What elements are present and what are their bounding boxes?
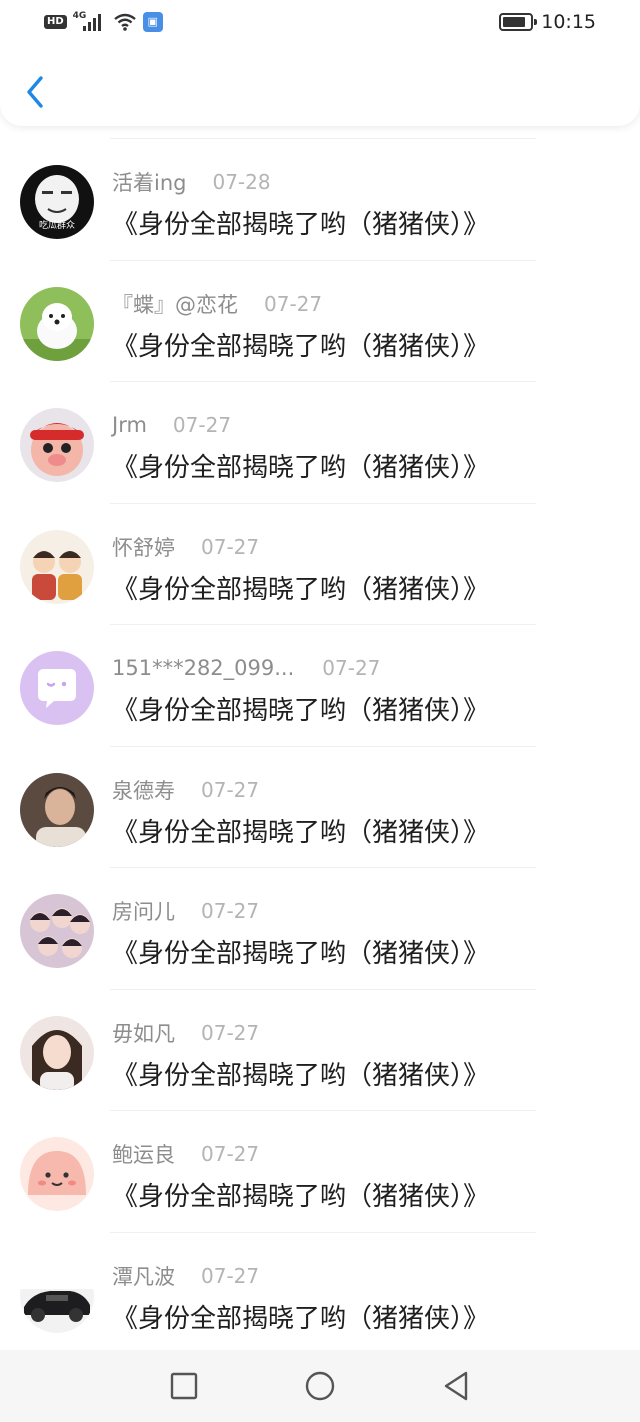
message-text[interactable]: 《身份全部揭晓了哟（猪猪侠）》: [112, 1298, 489, 1335]
message-text[interactable]: 《身份全部揭晓了哟（猪猪侠）》: [112, 1055, 489, 1092]
date: 07-27: [172, 413, 232, 437]
date: 07-27: [201, 777, 260, 802]
date: 07-27: [322, 656, 381, 680]
system-nav-bar: [0, 1350, 640, 1422]
username[interactable]: 鲍运良: [112, 1139, 175, 1169]
row-divider: [110, 381, 536, 382]
row-divider: [110, 502, 536, 504]
home-circle-icon: [305, 1371, 335, 1401]
list-item[interactable]: 潭凡波 07-27 《身份全部揭晓了哟（猪猪侠）》: [0, 1231, 640, 1354]
list-item[interactable]: 『蝶』@恋花 07-27 《身份全部揭晓了哟（猪猪侠）》: [0, 259, 640, 382]
list-item[interactable]: 怀舒婷 07-27 《身份全部揭晓了哟（猪猪侠）》: [0, 502, 640, 625]
date: 07-27: [264, 291, 323, 316]
avatar[interactable]: [20, 894, 94, 968]
avatar[interactable]: [20, 1015, 94, 1090]
username[interactable]: 活着ing: [112, 167, 186, 197]
signal-4g-icon: 4G: [73, 11, 107, 33]
message-text[interactable]: 《身份全部揭晓了哟（猪猪侠）》: [112, 812, 489, 849]
message-text[interactable]: 《身份全部揭晓了哟（猪猪侠）》: [112, 690, 489, 727]
back-triangle-icon: [444, 1371, 468, 1401]
date: 07-27: [201, 1142, 260, 1166]
message-text[interactable]: 《身份全部揭晓了哟（猪猪侠）》: [112, 933, 489, 970]
message-text[interactable]: 《身份全部揭晓了哟（猪猪侠）》: [112, 326, 489, 363]
status-left: HD 4G ▣: [44, 10, 163, 34]
item-meta: 151***282_099... 07-27: [112, 654, 380, 682]
list-item[interactable]: 鲍运良 07-27 《身份全部揭晓了哟（猪猪侠）》: [0, 1110, 640, 1232]
date: 07-27: [201, 1020, 260, 1045]
list-item[interactable]: 毋如凡 07-27 《身份全部揭晓了哟（猪猪侠）》: [0, 988, 640, 1111]
home-button[interactable]: [300, 1366, 340, 1406]
item-meta: 活着ing 07-28: [112, 168, 271, 196]
item-meta: 毋如凡 07-27: [112, 1019, 259, 1047]
message-text[interactable]: 《身份全部揭晓了哟（猪猪侠）》: [112, 447, 489, 484]
username[interactable]: 怀舒婷: [112, 532, 175, 562]
status-right: 10:15: [499, 10, 596, 34]
list-item[interactable]: 151***282_099... 07-27 《身份全部揭晓了哟（猪猪侠）》: [0, 624, 640, 746]
username[interactable]: 毋如凡: [112, 1018, 175, 1048]
item-meta: 鲍运良 07-27: [112, 1140, 259, 1168]
row-divider: [110, 988, 536, 990]
comment-list-screen: HD 4G ▣ 10:15 吃瓜群众 活着ing 07-28 《身份全部揭晓了哟…: [0, 0, 640, 1422]
username[interactable]: 房问儿: [112, 896, 175, 926]
date: 07-27: [201, 1263, 260, 1288]
row-divider: [110, 624, 536, 625]
row-divider: [110, 1231, 536, 1233]
avatar[interactable]: [20, 772, 94, 847]
row-divider: [110, 745, 536, 747]
avatar[interactable]: [20, 529, 94, 604]
list-item[interactable]: 房问儿 07-27 《身份全部揭晓了哟（猪猪侠）》: [0, 867, 640, 989]
status-bar: HD 4G ▣ 10:15: [0, 0, 640, 44]
avatar[interactable]: [20, 408, 94, 482]
row-divider: [110, 867, 536, 868]
username[interactable]: 151***282_099...: [112, 656, 294, 680]
username[interactable]: 泉德寿: [112, 775, 175, 805]
row-divider: [110, 138, 536, 139]
username[interactable]: Jrm: [112, 413, 147, 437]
status-time: 10:15: [541, 11, 596, 33]
item-meta: 房问儿 07-27: [112, 897, 259, 925]
avatar[interactable]: [20, 651, 94, 725]
item-meta: 『蝶』@恋花 07-27: [112, 290, 322, 318]
svg-text:吃瓜群众: 吃瓜群众: [39, 219, 75, 231]
list-item[interactable]: 吃瓜群众 活着ing 07-28 《身份全部揭晓了哟（猪猪侠）》: [0, 138, 640, 260]
wifi-icon: [113, 13, 136, 31]
avatar[interactable]: [20, 286, 94, 361]
avatar[interactable]: [20, 1258, 94, 1333]
recent-apps-button[interactable]: [164, 1366, 204, 1406]
date: 07-27: [201, 899, 260, 923]
username[interactable]: 『蝶』@恋花: [112, 289, 238, 319]
message-text[interactable]: 《身份全部揭晓了哟（猪猪侠）》: [112, 1176, 489, 1213]
item-meta: 怀舒婷 07-27: [112, 533, 259, 561]
comment-list: 吃瓜群众 活着ing 07-28 《身份全部揭晓了哟（猪猪侠）》 『蝶』@恋花 …: [0, 138, 640, 1353]
item-meta: 潭凡波 07-27: [112, 1262, 259, 1290]
username[interactable]: 潭凡波: [112, 1261, 175, 1291]
list-item[interactable]: 泉德寿 07-27 《身份全部揭晓了哟（猪猪侠）》: [0, 745, 640, 868]
avatar[interactable]: [20, 1137, 94, 1211]
header-card: HD 4G ▣ 10:15: [0, 0, 640, 126]
list-item[interactable]: Jrm 07-27 《身份全部揭晓了哟（猪猪侠）》: [0, 381, 640, 503]
back-button[interactable]: [18, 72, 52, 112]
battery-icon: [499, 13, 538, 31]
item-meta: 泉德寿 07-27: [112, 776, 259, 804]
chevron-left-icon: [27, 76, 43, 108]
hd-icon: HD: [44, 15, 67, 29]
item-meta: Jrm 07-27: [112, 411, 231, 439]
row-divider: [110, 1110, 536, 1111]
avatar[interactable]: 吃瓜群众: [20, 165, 94, 239]
message-text[interactable]: 《身份全部揭晓了哟（猪猪侠）》: [112, 204, 489, 241]
app-notification-icon: ▣: [142, 12, 163, 32]
recent-apps-square-icon: [170, 1372, 198, 1400]
system-back-button[interactable]: [436, 1366, 476, 1406]
row-divider: [110, 259, 536, 261]
message-text[interactable]: 《身份全部揭晓了哟（猪猪侠）》: [112, 569, 489, 606]
date: 07-28: [212, 170, 271, 194]
date: 07-27: [201, 534, 260, 559]
